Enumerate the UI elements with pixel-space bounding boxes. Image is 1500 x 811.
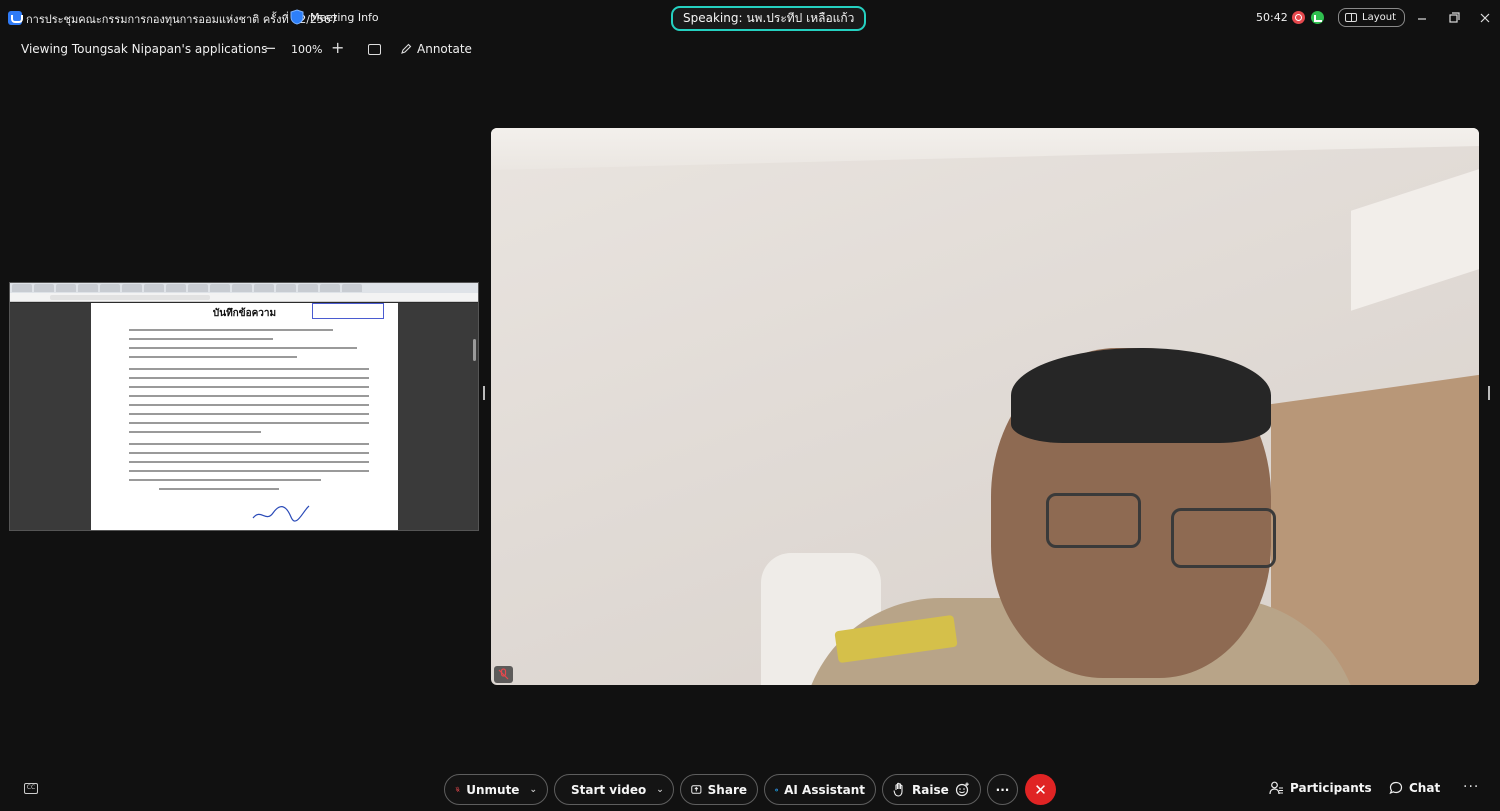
raise-hand-button[interactable]: Raise — [882, 774, 981, 805]
end-call-icon: ✕ — [1034, 780, 1047, 799]
browser-tab — [34, 284, 54, 292]
meeting-info-button[interactable]: Meeting Info — [290, 9, 379, 25]
start-video-button[interactable]: Start video ⌄ — [554, 774, 674, 805]
ai-assistant-label: AI Assistant — [784, 782, 865, 797]
active-speaker-indicator: Speaking: นพ.ประทีป เหลือแก้ว — [671, 6, 867, 31]
browser-tab — [320, 284, 340, 292]
browser-tab — [254, 284, 274, 292]
layout-icon — [1345, 13, 1357, 22]
zoom-out-icon[interactable]: − — [264, 39, 277, 57]
meeting-info-label: Meeting Info — [310, 10, 379, 24]
chat-label: Chat — [1409, 781, 1441, 795]
record-icon[interactable] — [1292, 11, 1305, 24]
browser-tab — [188, 284, 208, 292]
shared-document-viewer: บันทึกข้อความ — [10, 303, 478, 530]
restore-icon[interactable] — [1445, 9, 1463, 27]
resize-handle-left[interactable] — [483, 386, 485, 400]
participant-figure — [1046, 493, 1141, 548]
webex-logo-icon — [8, 11, 23, 25]
resize-handle-right[interactable] — [1488, 386, 1490, 400]
more-icon: ··· — [995, 782, 1010, 797]
document-stamp — [312, 303, 384, 319]
sharing-toolbar: Viewing Toungsak Nipapan's applications … — [0, 36, 1500, 64]
layout-label: Layout — [1362, 12, 1396, 23]
end-call-button[interactable]: ✕ — [1025, 774, 1056, 805]
browser-tab — [166, 284, 186, 292]
raise-hand-icon — [893, 782, 903, 797]
shield-icon — [290, 9, 304, 25]
mic-muted-icon — [455, 786, 460, 792]
document-text-lines — [129, 329, 369, 497]
browser-tab — [78, 284, 98, 292]
participant-video[interactable] — [491, 128, 1479, 685]
participant-figure — [1011, 348, 1271, 443]
shared-browser-address-bar — [10, 293, 478, 302]
browser-tab — [298, 284, 318, 292]
browser-tab — [210, 284, 230, 292]
browser-tab — [56, 284, 76, 292]
participants-button[interactable]: Participants — [1269, 781, 1372, 795]
video-background — [491, 128, 1479, 170]
browser-tab — [12, 284, 32, 292]
browser-tab — [276, 284, 296, 292]
browser-tab — [100, 284, 120, 292]
start-video-label: Start video — [571, 782, 647, 797]
shared-screen[interactable]: บันทึกข้อความ — [9, 282, 479, 531]
viewing-label: Viewing Toungsak Nipapan's applications — [21, 42, 268, 56]
mic-muted-icon — [498, 668, 509, 680]
ai-assistant-button[interactable]: AI Assistant — [764, 774, 876, 805]
raise-label: Raise — [912, 782, 949, 797]
close-icon[interactable] — [1476, 9, 1494, 27]
browser-tab — [144, 284, 164, 292]
reaction-icon[interactable] — [955, 782, 970, 797]
participant-muted-badge — [494, 666, 513, 683]
participant-figure — [1171, 508, 1276, 568]
annotate-label: Annotate — [417, 42, 472, 56]
browser-tab — [342, 284, 362, 292]
chevron-down-icon[interactable]: ⌄ — [656, 785, 664, 795]
video-background — [1351, 165, 1479, 311]
zoom-level[interactable]: 100% — [291, 43, 322, 56]
share-button[interactable]: Share — [680, 774, 758, 805]
layout-button[interactable]: Layout — [1338, 8, 1405, 27]
browser-tab — [122, 284, 142, 292]
share-label: Share — [707, 782, 747, 797]
chevron-down-icon[interactable]: ⌄ — [529, 785, 537, 795]
minimize-icon[interactable] — [1413, 9, 1431, 27]
captions-icon[interactable]: CC — [24, 783, 38, 794]
ai-assistant-icon — [775, 788, 778, 791]
share-icon — [691, 785, 702, 794]
title-bar: การประชุมคณะกรรมการกองทุนการออมแห่งชาติ … — [0, 0, 1500, 36]
annotate-button[interactable]: Annotate — [400, 42, 472, 56]
more-icon[interactable]: ··· — [1463, 779, 1479, 795]
shared-browser-tabs — [10, 283, 478, 293]
document-page: บันทึกข้อความ — [91, 303, 398, 530]
unmute-button[interactable]: Unmute ⌄ — [444, 774, 548, 805]
signature-mark — [252, 505, 310, 522]
fit-screen-icon[interactable] — [368, 44, 381, 55]
annotate-pen-icon — [401, 43, 412, 54]
browser-tab — [232, 284, 252, 292]
zoom-in-icon[interactable]: + — [331, 38, 344, 57]
shared-scrollbar — [473, 339, 476, 361]
unmute-label: Unmute — [466, 782, 520, 797]
chat-icon — [1389, 781, 1403, 795]
meeting-timer: 50:42 — [1256, 11, 1288, 24]
signal-icon[interactable] — [1311, 11, 1324, 24]
participants-label: Participants — [1290, 781, 1372, 795]
more-options-button[interactable]: ··· — [987, 774, 1018, 805]
chat-button[interactable]: Chat — [1389, 781, 1440, 795]
participants-icon — [1269, 781, 1283, 795]
